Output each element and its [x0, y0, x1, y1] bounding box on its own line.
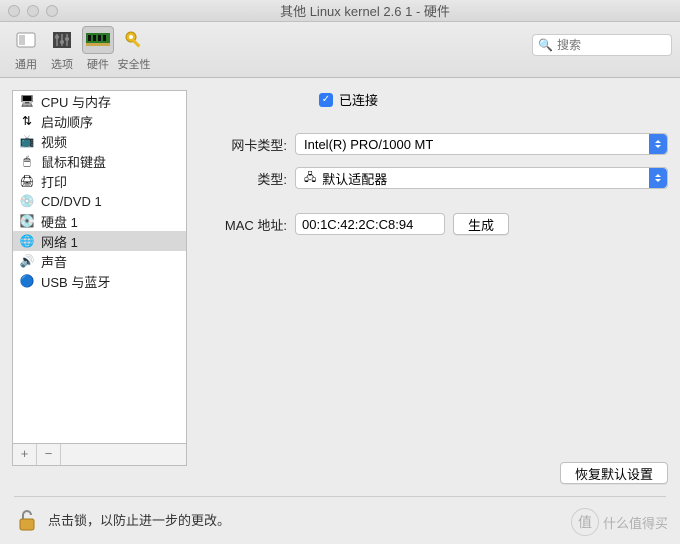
add-hardware-button[interactable]: + [13, 444, 37, 465]
speaker-icon: 🔊 [19, 254, 35, 268]
chevron-updown-icon [649, 134, 667, 154]
generate-button[interactable]: 生成 [453, 213, 509, 235]
sidebar-item-hdd[interactable]: 💽硬盘 1 [13, 211, 186, 231]
nic-type-label: 网卡类型: [199, 135, 287, 154]
restore-defaults-button[interactable]: 恢复默认设置 [560, 462, 668, 484]
sidebar-item-cpu[interactable]: 🖥CPU 与内存 [13, 91, 186, 111]
mouse-icon: 🖱 [19, 154, 35, 169]
remove-hardware-button[interactable]: − [37, 444, 61, 465]
bluetooth-icon: 🔵 [19, 274, 35, 288]
sidebar-item-mouse[interactable]: 🖱鼠标和键盘 [13, 151, 186, 171]
sliders-icon [51, 29, 73, 51]
connected-label: 已连接 [339, 90, 378, 109]
globe-icon: 🌐 [19, 234, 35, 248]
search-input[interactable] [532, 34, 672, 56]
window-title: 其他 Linux kernel 2.6 1 - 硬件 [58, 1, 672, 20]
window-controls [8, 5, 58, 17]
chevron-updown-icon [649, 168, 667, 188]
connected-checkbox[interactable]: ✓ [319, 93, 333, 107]
key-icon [123, 29, 145, 51]
tab-options[interactable]: 选项 [44, 26, 80, 72]
sidebar-item-print[interactable]: 🖨打印 [13, 171, 186, 191]
min-dot[interactable] [27, 5, 39, 17]
printer-icon: 🖨 [19, 174, 35, 188]
sidebar-item-boot[interactable]: ⇅启动顺序 [13, 111, 186, 131]
hdd-icon: 💽 [19, 214, 35, 228]
boot-icon: ⇅ [19, 114, 35, 128]
sidebar-item-sound[interactable]: 🔊声音 [13, 251, 186, 271]
sidebar-item-video[interactable]: 📺视频 [13, 131, 186, 151]
adapter-icon: 🖧 [304, 169, 316, 188]
tab-security[interactable]: 安全性 [116, 26, 152, 72]
toggle-icon [15, 29, 37, 51]
tab-general[interactable]: 通用 [8, 26, 44, 72]
search-icon: 🔍 [538, 38, 553, 52]
settings-panel: ✓ 已连接 网卡类型: Intel(R) PRO/1000 MT 类型: 🖧默认… [199, 90, 668, 466]
max-dot[interactable] [46, 5, 58, 17]
sidebar-footer: + − [12, 444, 187, 466]
hardware-sidebar: 🖥CPU 与内存 ⇅启动顺序 📺视频 🖱鼠标和键盘 🖨打印 💿CD/DVD 1 … [12, 90, 187, 444]
lock-text: 点击锁，以防止进一步的更改。 [48, 510, 230, 529]
lock-bar: 点击锁，以防止进一步的更改。 [14, 496, 666, 534]
video-icon: 📺 [19, 134, 35, 148]
sidebar-item-network[interactable]: 🌐网络 1 [13, 231, 186, 251]
sidebar-item-usb[interactable]: 🔵USB 与蓝牙 [13, 271, 186, 291]
sidebar-item-cddvd[interactable]: 💿CD/DVD 1 [13, 191, 186, 211]
cpu-icon: 🖥 [19, 94, 35, 108]
toolbar: 通用 选项 硬件 安全性 🔍 [0, 22, 680, 78]
search-box: 🔍 [532, 34, 672, 56]
mac-label: MAC 地址: [199, 215, 287, 234]
disc-icon: 💿 [19, 194, 35, 208]
mac-input[interactable] [295, 213, 445, 235]
ram-icon [85, 30, 111, 50]
lock-open-icon[interactable] [14, 507, 40, 533]
watermark: 值 什么值得买 [571, 508, 668, 536]
tab-hardware[interactable]: 硬件 [80, 26, 116, 72]
nic-type-select[interactable]: Intel(R) PRO/1000 MT [295, 133, 668, 155]
type-label: 类型: [199, 169, 287, 188]
titlebar: 其他 Linux kernel 2.6 1 - 硬件 [0, 0, 680, 22]
type-select[interactable]: 🖧默认适配器 [295, 167, 668, 189]
close-dot[interactable] [8, 5, 20, 17]
